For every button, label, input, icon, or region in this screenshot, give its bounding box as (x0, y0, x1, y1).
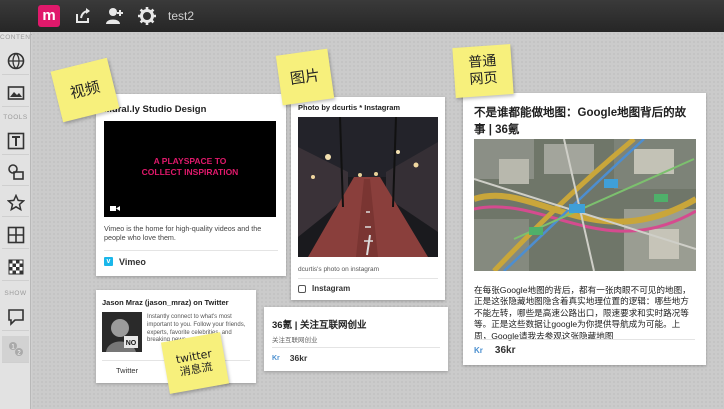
video-description: Vimeo is the home for high-quality video… (104, 224, 262, 243)
grid-icon (7, 226, 24, 244)
webpage-description: 在每张Google地图的背后，都有一张肉眼不可见的地图，正是这张隐藏地图隐含着真… (474, 285, 691, 341)
add-user-icon[interactable] (105, 6, 125, 26)
globe-icon (7, 52, 24, 70)
checkerboard-icon (8, 259, 23, 275)
svg-text:NO: NO (126, 340, 137, 347)
add-shape-button[interactable] (2, 159, 29, 186)
vimeo-icon: v (104, 257, 113, 266)
webpage-card[interactable]: 不是谁都能做地图：Google地图背后的故事 | 36氪 在每张Google地图… (463, 93, 706, 365)
top-toolbar: m test2 (0, 0, 724, 32)
add-grid-button[interactable] (2, 222, 29, 249)
video-card[interactable]: Mural.ly Studio Design A PLAYSPACE TO CO… (96, 94, 286, 276)
kr-card-logo-icon: Kr (272, 354, 280, 362)
comment-icon (7, 309, 24, 326)
webpage-source-footer[interactable]: Kr 36kr (474, 339, 695, 361)
twitter-card-title: Jason Mraz (jason_mraz) on Twitter (102, 298, 229, 307)
numbered-order-icon: 12 (8, 342, 23, 357)
add-text-button[interactable] (2, 128, 29, 155)
photo-source-label: Instagram (312, 284, 351, 293)
sticky-note-webpage-text: 普通 网页 (467, 53, 499, 88)
murally-logo[interactable]: m (38, 5, 60, 27)
instagram-icon (298, 284, 306, 293)
video-camera-icon (110, 206, 120, 211)
image-icon (7, 86, 24, 100)
sticky-note-webpage[interactable]: 普通 网页 (452, 44, 514, 98)
tools-section-label: TOOLS (3, 114, 28, 121)
video-slogan: A PLAYSPACE TO COLLECT INSPIRATION (141, 156, 239, 178)
kr-source-footer[interactable]: Kr 36kr (272, 347, 440, 368)
left-sidebar: CONTENT TOOLS SHOW 12 (0, 32, 35, 409)
photo-card-title: Photo by dcurtis * Instagram (298, 103, 401, 112)
show-order-button[interactable]: 12 (2, 336, 29, 363)
video-source-footer[interactable]: v Vimeo (104, 250, 278, 272)
show-comments-button[interactable] (2, 304, 29, 331)
add-pattern-button[interactable] (2, 254, 29, 281)
webpage-card-title: 不是谁都能做地图：Google地图背后的故事 | 36氪 (474, 107, 687, 136)
shapes-icon (7, 164, 24, 180)
kr-card[interactable]: 36氪 | 关注互联网创业 关注互联网创业 Kr 36kr (264, 307, 448, 371)
photo-image[interactable] (298, 117, 438, 257)
photo-caption: dcurtis's photo on instagram (298, 266, 380, 273)
kr-logo-icon: Kr (474, 346, 483, 355)
share-icon[interactable] (73, 6, 93, 26)
content-section-label: CONTENT (0, 34, 35, 41)
video-player[interactable]: A PLAYSPACE TO COLLECT INSPIRATION (104, 121, 276, 217)
board-title: test2 (168, 9, 195, 23)
sticky-note-video-text: 视频 (68, 77, 102, 103)
gear-icon[interactable] (137, 6, 157, 26)
add-icon-button[interactable] (2, 190, 29, 217)
kr-card-subtitle: 关注互联网创业 (272, 337, 318, 344)
avatar-photo-icon: NO (102, 312, 142, 352)
sticky-note-image-text: 图片 (288, 65, 322, 89)
video-source-label: Vimeo (119, 256, 146, 267)
webpage-map-image[interactable] (474, 139, 696, 271)
satellite-map-icon (474, 139, 696, 271)
photo-card[interactable]: Photo by dcurtis * Instagram dcurtis's p… (291, 97, 445, 300)
text-icon (7, 132, 24, 150)
twitter-source-label: Twitter (116, 366, 139, 375)
twitter-avatar: NO (102, 312, 142, 352)
sticky-note-twitter-text: twitter 消息流 (174, 346, 214, 379)
add-web-content-button[interactable] (2, 48, 29, 75)
kr-card-title: 36氪 | 关注互联网创业 (272, 320, 367, 331)
sticky-note-image[interactable]: 图片 (275, 48, 335, 106)
street-photo-icon (298, 117, 438, 257)
add-image-button[interactable] (2, 80, 29, 107)
star-icon (6, 194, 25, 212)
sticky-note-twitter[interactable]: twitter 消息流 (160, 332, 230, 394)
video-card-title: Mural.ly Studio Design (104, 104, 207, 115)
webpage-source-label: 36kr (494, 345, 516, 356)
photo-source-footer[interactable]: Instagram (298, 278, 438, 298)
twitter-source-icon (102, 367, 110, 375)
show-section-label: SHOW (4, 290, 27, 297)
kr-source-label: 36kr (289, 353, 308, 363)
